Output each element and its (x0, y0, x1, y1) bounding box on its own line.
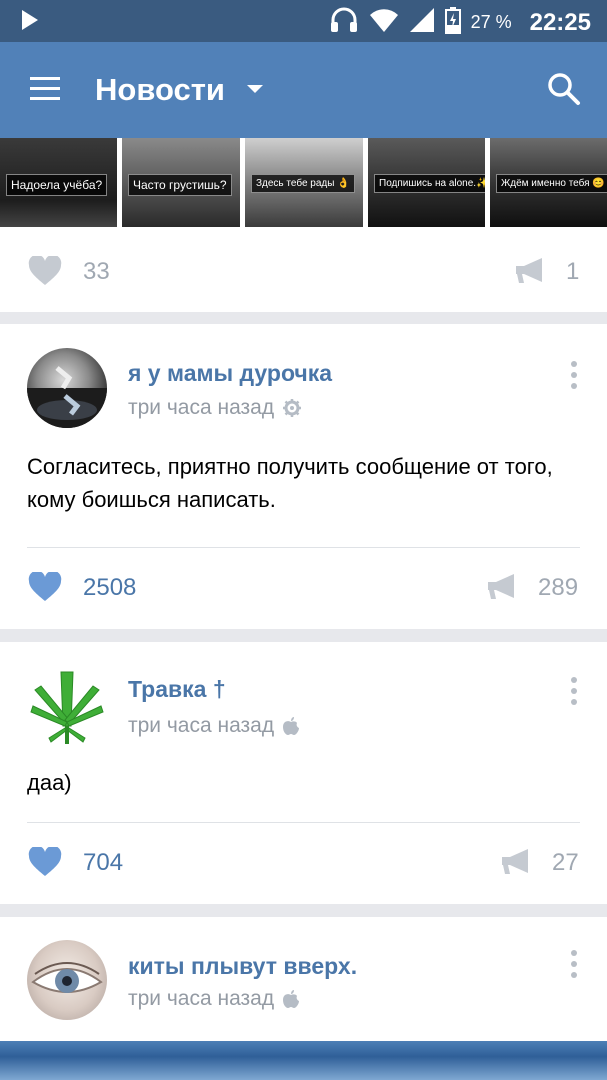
photo-thumbnail[interactable]: Здесь тебе рады 👌 (245, 138, 363, 227)
divider (27, 822, 580, 823)
post-time-text: три часа назад (128, 714, 275, 737)
dropdown-caret-icon[interactable] (247, 85, 263, 93)
post-author[interactable]: Травка † (128, 676, 226, 703)
post-actions: 704 27 (0, 831, 607, 891)
post-card: киты плывут вверх. три часа назад (0, 917, 607, 1080)
headset-icon (329, 6, 359, 39)
cannabis-leaf-icon (30, 671, 104, 744)
heart-icon (28, 570, 62, 601)
megaphone-icon (516, 258, 542, 283)
play-icon (20, 9, 40, 36)
share-button[interactable] (500, 847, 534, 877)
apple-icon (283, 717, 300, 735)
avatar-image (27, 366, 107, 428)
photo-thumbnail[interactable]: Ждём именно тебя 😊 (490, 138, 607, 227)
post-author[interactable]: я у мамы дурочка (128, 360, 332, 387)
post-card: я у мамы дурочка три часа назад Согласит… (0, 324, 607, 629)
dot (571, 361, 577, 367)
more-options-button[interactable] (569, 674, 579, 706)
like-button[interactable] (28, 570, 62, 602)
battery-icon (444, 6, 461, 39)
dot (571, 950, 577, 956)
post-image[interactable] (0, 1041, 607, 1080)
post-time-text: три часа назад (128, 396, 275, 419)
megaphone-icon (488, 574, 514, 599)
more-options-button[interactable] (569, 358, 579, 390)
post-card: Травка † три часа назад даа) 704 27 (0, 642, 607, 904)
photo-strip: Надоела учёба? Часто грустишь? Здесь теб… (0, 138, 607, 227)
post-actions: 2508 289 (0, 556, 607, 616)
signal-icon (409, 7, 435, 38)
post-time: три часа назад (128, 396, 302, 420)
thumbnail-caption: Надоела учёба? (6, 174, 108, 196)
share-button[interactable] (486, 572, 520, 602)
like-button[interactable] (28, 845, 62, 877)
post-time: три часа назад (128, 714, 300, 738)
avatar[interactable] (27, 666, 107, 746)
dot (571, 961, 577, 967)
photo-thumbnail[interactable]: Подпишись на alone.✨ (368, 138, 485, 227)
status-bar: 27 % 22:25 (0, 0, 607, 42)
menu-button[interactable] (26, 72, 66, 108)
hamburger-icon (30, 77, 60, 80)
avatar[interactable] (27, 940, 107, 1020)
photo-post-card: Надоела учёба? Часто грустишь? Здесь теб… (0, 138, 607, 312)
thumbnail-caption: Часто грустишь? (128, 174, 232, 196)
like-count: 704 (83, 849, 124, 876)
megaphone-icon (502, 849, 528, 874)
post-text: Согласитесь, приятно получить сообщение … (27, 454, 553, 512)
post-time: три часа назад (128, 987, 300, 1011)
thumbnail-caption: Ждём именно тебя 😊 (496, 174, 607, 193)
post-time-text: три часа назад (128, 987, 275, 1010)
heart-icon (28, 254, 62, 285)
share-count: 27 (552, 849, 579, 876)
photo-thumbnail[interactable]: Часто грустишь? (122, 138, 240, 227)
share-button[interactable] (514, 256, 548, 286)
share-count: 1 (566, 258, 580, 285)
dot (571, 677, 577, 683)
search-button[interactable] (547, 72, 583, 108)
photo-thumbnail[interactable]: Надоела учёба? (0, 138, 117, 227)
eye-avatar-image (31, 962, 103, 993)
dot (571, 383, 577, 389)
dot (571, 372, 577, 378)
page-title[interactable]: Новости (95, 72, 225, 108)
post-actions: 33 1 (0, 240, 607, 300)
avatar[interactable] (27, 348, 107, 428)
heart-icon (28, 845, 62, 876)
apple-icon (283, 990, 300, 1008)
divider (27, 547, 580, 548)
post-author[interactable]: киты плывут вверх. (128, 953, 357, 980)
post-text: даа) (27, 770, 72, 795)
like-count: 33 (83, 258, 110, 285)
hamburger-line (30, 87, 60, 90)
like-button[interactable] (28, 254, 62, 286)
hamburger-line (30, 97, 60, 100)
clock: 22:25 (529, 8, 591, 36)
dot (571, 699, 577, 705)
thumbnail-caption: Здесь тебе рады 👌 (251, 174, 355, 193)
more-options-button[interactable] (569, 947, 579, 979)
share-count: 289 (538, 574, 579, 601)
dot (571, 972, 577, 978)
wifi-icon (369, 7, 399, 38)
app-toolbar: Новости (0, 42, 607, 138)
battery-percent: 27 % (470, 12, 512, 32)
like-count: 2508 (83, 574, 137, 601)
gear-icon (283, 399, 302, 417)
thumbnail-caption: Подпишись на alone.✨ (374, 174, 485, 193)
dot (571, 688, 577, 694)
search-icon (548, 73, 580, 105)
